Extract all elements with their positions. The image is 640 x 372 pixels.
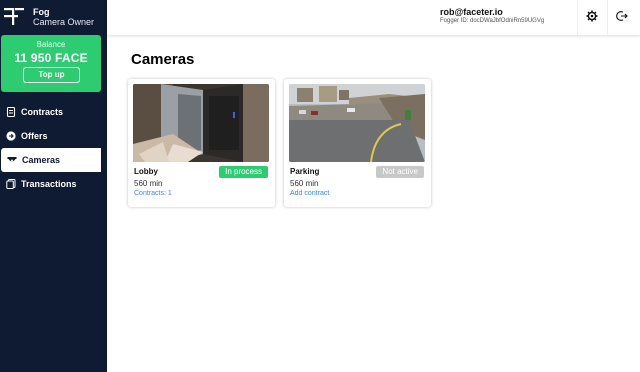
page-title: Cameras bbox=[131, 51, 195, 68]
camera-icon bbox=[7, 155, 17, 165]
sidebar-item-cameras[interactable]: Cameras bbox=[1, 148, 101, 172]
sidebar-item-contracts[interactable]: Contracts bbox=[0, 100, 107, 124]
status-badge: Not active bbox=[376, 166, 424, 178]
balance-card: Balance 11 950 FACE Top up bbox=[1, 35, 101, 92]
brand-role: Camera Owner bbox=[33, 17, 95, 27]
top-header: rob@faceter.io Fogger ID: docDWaJbfOdniR… bbox=[107, 0, 640, 35]
brand: Fog Camera Owner bbox=[0, 0, 107, 35]
camera-name: Lobby bbox=[134, 167, 158, 176]
camera-thumbnail[interactable] bbox=[289, 84, 425, 162]
brand-name: Fog bbox=[33, 7, 50, 17]
camera-card-lobby[interactable]: Lobby In process 560 min Contracts: 1 bbox=[128, 79, 275, 207]
camera-name: Parking bbox=[290, 167, 320, 176]
sidebar-item-label: Contracts bbox=[21, 107, 64, 117]
sidebar-item-label: Offers bbox=[21, 131, 48, 141]
settings-button[interactable] bbox=[577, 0, 606, 35]
balance-label: Balance bbox=[36, 40, 66, 49]
fog-logo-icon bbox=[4, 7, 24, 25]
offers-arrow-icon bbox=[6, 131, 16, 141]
add-contract-link[interactable]: Add contract bbox=[290, 190, 329, 197]
app-root: Fog Camera Owner Balance 11 950 FACE Top… bbox=[0, 0, 640, 372]
sidebar-item-label: Cameras bbox=[22, 155, 61, 165]
top-up-button[interactable]: Top up bbox=[23, 66, 80, 83]
contracts-link[interactable]: Contracts: 1 bbox=[134, 190, 172, 197]
logout-button[interactable] bbox=[607, 0, 636, 35]
user-email: rob@faceter.io bbox=[440, 7, 503, 17]
fogger-id: Fogger ID: docDWaJbfOdniRn59UGVg bbox=[440, 18, 545, 24]
sidebar-nav: Contracts Offers Cameras Transactions bbox=[0, 100, 107, 196]
sidebar-item-transactions[interactable]: Transactions bbox=[0, 172, 107, 196]
contracts-icon bbox=[6, 107, 16, 117]
main-content: Cameras Lobby In process 560 min Contrac… bbox=[107, 35, 640, 372]
gear-icon bbox=[586, 9, 598, 27]
balance-amount: 11 950 FACE bbox=[14, 51, 88, 65]
camera-thumbnail[interactable] bbox=[133, 84, 269, 162]
status-badge: In process bbox=[219, 166, 268, 178]
sidebar: Fog Camera Owner Balance 11 950 FACE Top… bbox=[0, 0, 107, 372]
sidebar-item-offers[interactable]: Offers bbox=[0, 124, 107, 148]
camera-minutes: 560 min bbox=[134, 179, 163, 188]
sidebar-item-label: Transactions bbox=[21, 179, 77, 189]
transactions-icon bbox=[6, 179, 16, 189]
logout-icon bbox=[616, 9, 628, 27]
camera-card-parking[interactable]: Parking Not active 560 min Add contract bbox=[284, 79, 431, 207]
camera-minutes: 560 min bbox=[290, 179, 319, 188]
